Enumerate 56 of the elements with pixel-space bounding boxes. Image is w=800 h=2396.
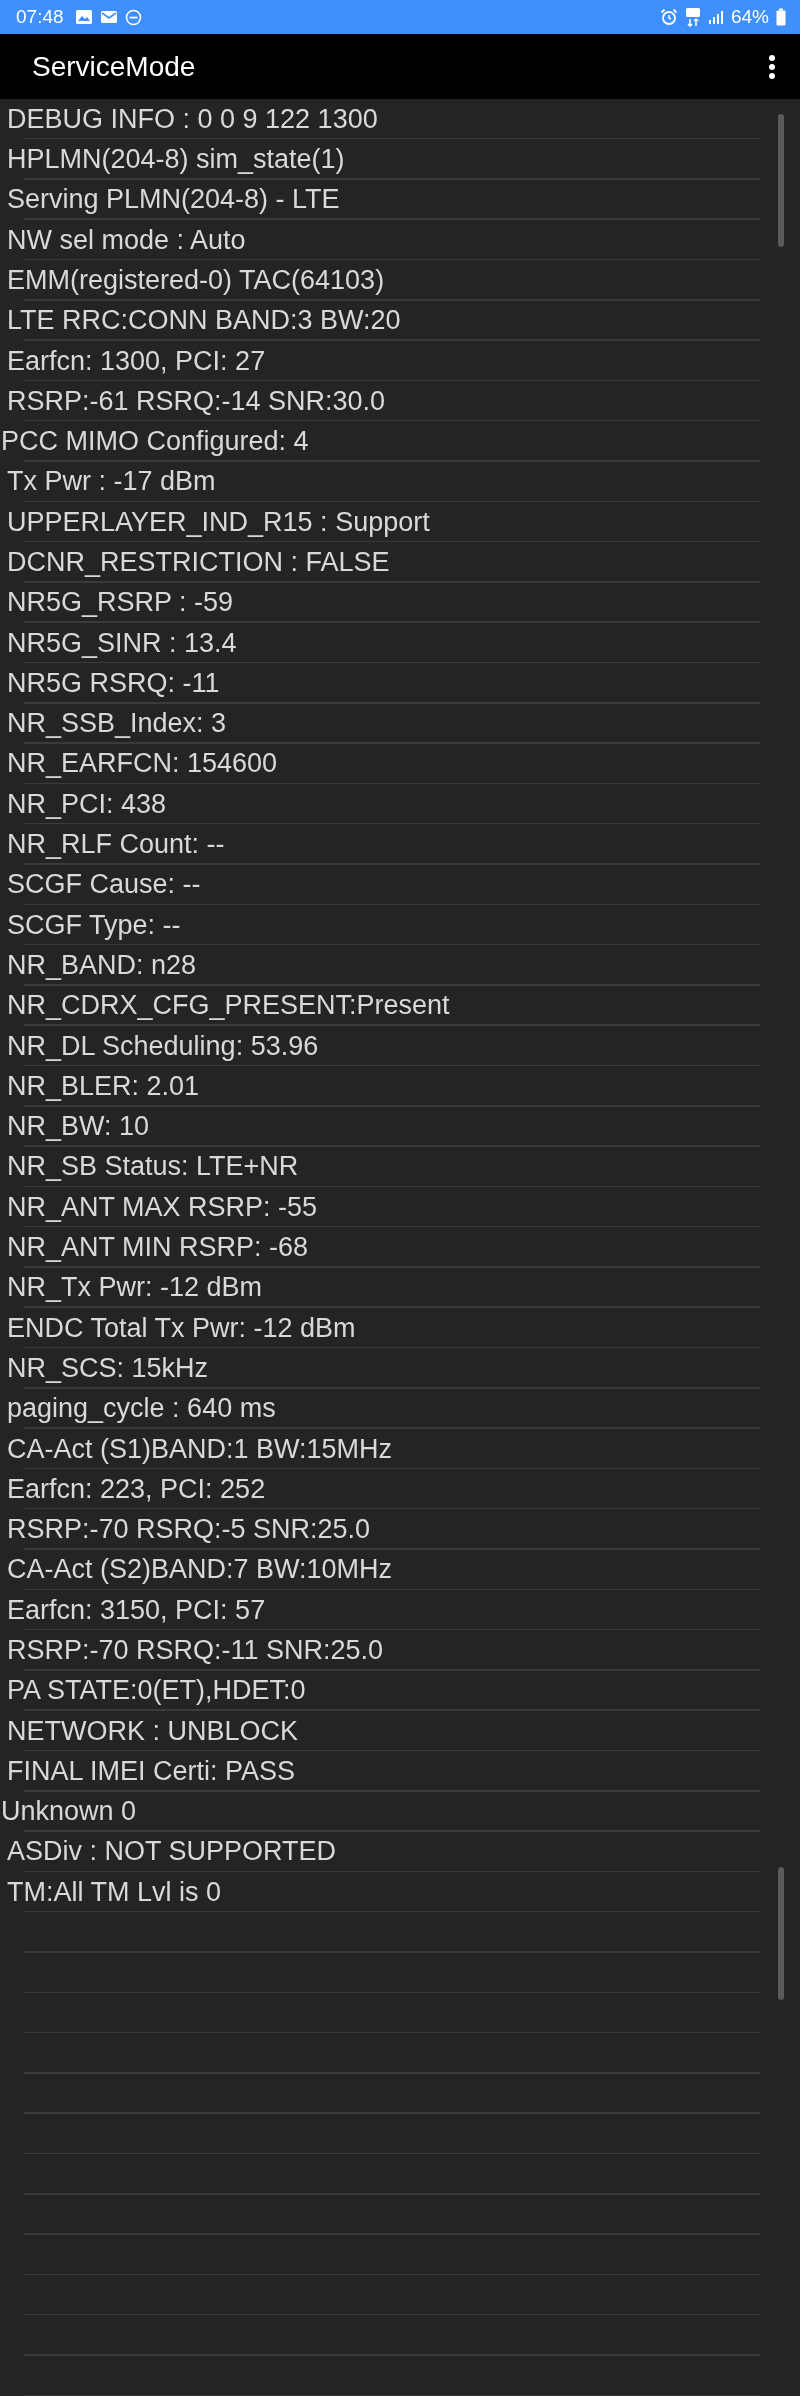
info-line: Unknown 0 — [0, 1796, 137, 1828]
info-line: Earfcn: 223, PCI: 252 — [6, 1473, 266, 1505]
info-line: SCGF Type: -- — [6, 909, 181, 941]
info-line: NR_CDRX_CFG_PRESENT:Present — [6, 990, 450, 1022]
info-line: paging_cycle : 640 ms — [6, 1393, 276, 1425]
info-line: NR5G_SINR : 13.4 — [6, 627, 237, 659]
info-line: CA-Act (S1)BAND:1 BW:15MHz — [6, 1433, 393, 1465]
info-line: NETWORK : UNBLOCK — [6, 1715, 299, 1747]
info-line: NR_ANT MIN RSRP: -68 — [6, 1232, 309, 1264]
info-line: SCGF Cause: -- — [6, 869, 201, 901]
signal-icon — [707, 9, 724, 26]
info-line: NR_BLER: 2.01 — [6, 1070, 200, 1102]
info-line: PCC MIMO Configured: 4 — [0, 426, 309, 458]
clock-time: 07:48 — [16, 6, 64, 29]
info-line: EMM(registered-0) TAC(64103) — [6, 264, 385, 296]
info-line: DCNR_RESTRICTION : FALSE — [6, 547, 390, 578]
info-line: NR_DL Scheduling: 53.96 — [6, 1030, 319, 1062]
info-line: NR_Tx Pwr: -12 dBm — [6, 1272, 263, 1304]
info-line: Serving PLMN(204-8) - LTE — [6, 184, 340, 216]
info-line: Tx Pwr : -17 dBm — [6, 466, 216, 498]
info-line: CA-Act (S2)BAND:7 BW:10MHz — [6, 1554, 393, 1586]
info-line: NR5G RSRQ: -11 — [6, 667, 220, 699]
app-title: ServiceMode — [32, 50, 196, 83]
info-line: ENDC Total Tx Pwr: -12 dBm — [6, 1312, 356, 1344]
info-line: NW sel mode : Auto — [6, 224, 246, 256]
info-line: DEBUG INFO : 0 0 9 122 1300 — [6, 103, 378, 135]
info-line: NR_BW: 10 — [6, 1111, 150, 1143]
mail-icon — [99, 9, 118, 26]
info-line: NR_PCI: 438 — [6, 788, 167, 820]
network-5g-icon — [684, 7, 701, 28]
info-line: NR_EARFCN: 154600 — [6, 748, 278, 780]
info-line: NR5G_RSRP : -59 — [6, 587, 234, 619]
info-line: RSRP:-70 RSRQ:-11 SNR:25.0 — [6, 1635, 384, 1666]
info-line: NR_BAND: n28 — [6, 949, 197, 981]
alarm-icon — [659, 8, 678, 27]
info-line: NR_SSB_Index: 3 — [6, 708, 227, 740]
info-line: NR_SB Status: LTE+NR — [6, 1151, 299, 1183]
info-line: UPPERLAYER_IND_R15 : Support — [6, 506, 430, 538]
info-line: NR_ANT MAX RSRP: -55 — [6, 1191, 318, 1223]
info-line: Earfcn: 3150, PCI: 57 — [6, 1594, 266, 1626]
info-line: PA STATE:0(ET),HDET:0 — [6, 1675, 306, 1707]
do-not-disturb-icon — [124, 8, 142, 26]
info-line: NR_RLF Count: -- — [6, 829, 225, 861]
image-icon — [74, 9, 93, 26]
info-line: TM:All TM Lvl is 0 — [6, 1876, 222, 1908]
more-options-icon[interactable] — [768, 53, 776, 80]
battery-icon — [776, 8, 786, 27]
info-line: Earfcn: 1300, PCI: 27 — [6, 345, 266, 377]
info-line: LTE RRC:CONN BAND:3 BW:20 — [6, 305, 401, 337]
info-line: ASDiv : NOT SUPPORTED — [6, 1836, 337, 1868]
info-line: HPLMN(204-8) sim_state(1) — [6, 144, 345, 175]
info-line: NR_SCS: 15kHz — [6, 1352, 209, 1384]
info-line: RSRP:-61 RSRQ:-14 SNR:30.0 — [6, 385, 386, 417]
info-line: RSRP:-70 RSRQ:-5 SNR:25.0 — [6, 1514, 371, 1546]
info-line: FINAL IMEI Certi: PASS — [6, 1755, 296, 1787]
battery-percent: 64% — [730, 6, 769, 29]
